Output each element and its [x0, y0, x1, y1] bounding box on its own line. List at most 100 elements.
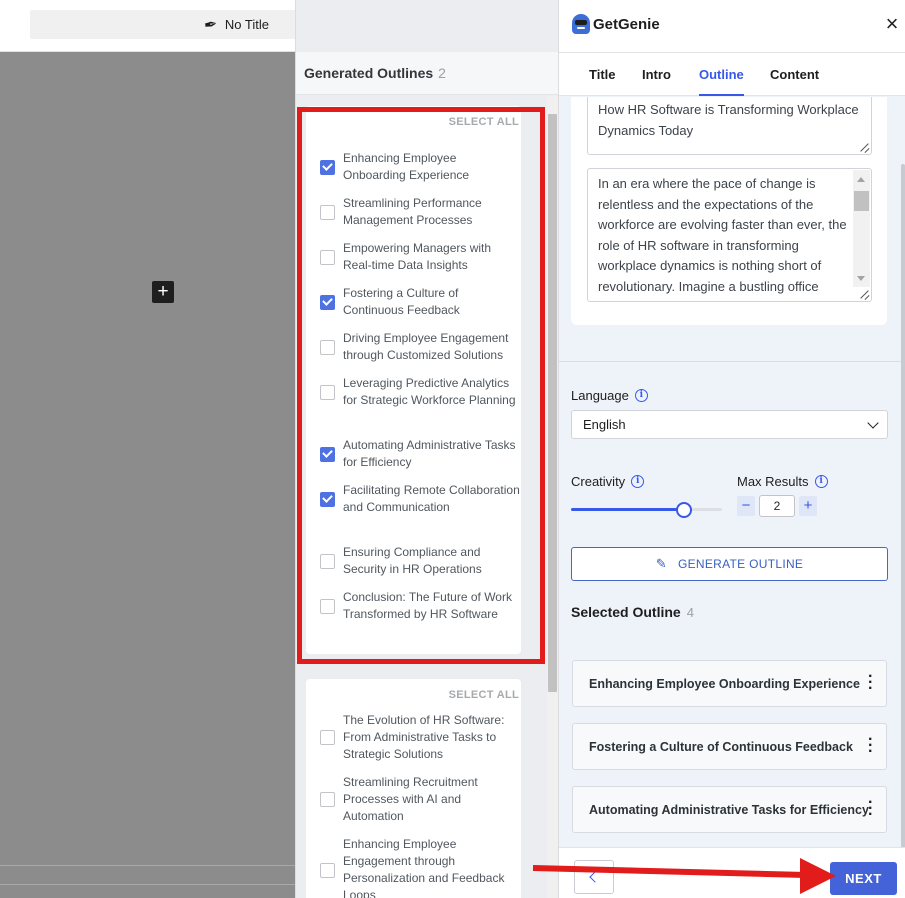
generated-outlines-header: Generated Outlines 2	[296, 52, 558, 95]
close-icon[interactable]: ×	[881, 12, 903, 38]
outline-item[interactable]: Facilitating Remote Collaboration and Co…	[306, 482, 521, 516]
outline-item-text: Enhancing Employee Engagement through Pe…	[343, 837, 505, 898]
outline-checkbox[interactable]	[320, 159, 335, 175]
creativity-label-text: Creativity	[571, 474, 626, 489]
info-icon[interactable]: i	[814, 475, 828, 488]
outline-item[interactable]: Ensuring Compliance and Security in HR O…	[306, 544, 521, 578]
selected-outline-item[interactable]: Automating Administrative Tasks for Effi…	[572, 786, 887, 833]
add-block-button[interactable]: +	[152, 281, 174, 303]
outline-checkbox[interactable]	[320, 792, 335, 807]
back-arrow-icon[interactable]	[574, 860, 614, 894]
resize-handle[interactable]	[859, 289, 869, 299]
outline-checkbox[interactable]	[320, 730, 335, 745]
section-divider	[559, 361, 901, 362]
outline-item-text: Enhancing Employee Onboarding Experience	[343, 151, 470, 182]
scroll-down-icon[interactable]	[857, 276, 865, 281]
outline-item[interactable]: Conclusion: The Future of Work Transform…	[306, 589, 521, 623]
language-label-text: Language	[571, 388, 629, 403]
kebab-menu-icon[interactable]: · · ·	[868, 795, 873, 823]
tab-outline[interactable]: Outline	[699, 53, 744, 96]
intro-scrollbar[interactable]	[853, 170, 870, 287]
scroll-up-icon[interactable]	[857, 177, 865, 182]
selected-outline-item[interactable]: Fostering a Culture of Continuous Feedba…	[572, 723, 887, 770]
outline-checkbox[interactable]	[320, 204, 335, 220]
outline-item[interactable]: Enhancing Employee Onboarding Experience	[306, 150, 521, 184]
outline-item-text: Driving Employee Engagement through Cust…	[343, 331, 509, 362]
outline-item-text: Fostering a Culture of Continuous Feedba…	[343, 286, 460, 317]
tab-title[interactable]: Title	[589, 53, 616, 96]
resize-handle[interactable]	[859, 142, 869, 152]
outline-item[interactable]: Fostering a Culture of Continuous Feedba…	[306, 285, 521, 319]
outline-item[interactable]: The Evolution of HR Software: From Admin…	[306, 712, 521, 763]
getgenie-panel: GetGenie × Title Intro Outline Content H…	[559, 0, 905, 898]
intro-textarea[interactable]: In an era where the pace of change is re…	[587, 168, 872, 302]
outline-checkbox[interactable]	[320, 862, 335, 878]
generated-outlines-title: Generated Outlines	[304, 65, 434, 81]
outline-group-2: SELECT ALL The Evolution of HR Software:…	[306, 679, 521, 898]
outlines-scroll-area[interactable]: SELECT ALL Enhancing Employee Onboarding…	[296, 96, 546, 898]
outline-item-text: Streamlining Performance Management Proc…	[343, 196, 482, 227]
generated-outlines-count: 2	[438, 65, 446, 81]
next-button[interactable]: NEXT	[830, 862, 897, 895]
outline-item[interactable]: Enhancing Employee Engagement through Pe…	[306, 836, 521, 898]
getgenie-footer: NEXT	[559, 847, 905, 898]
canvas-divider	[0, 884, 295, 885]
creativity-slider-handle[interactable]	[676, 502, 692, 518]
title-textarea[interactable]: How HR Software is Transforming Workplac…	[587, 97, 872, 155]
selected-outline-text: Automating Administrative Tasks for Effi…	[589, 802, 869, 817]
outline-item[interactable]: Streamlining Recruitment Processes with …	[306, 774, 521, 825]
generate-outline-button[interactable]: ✎ GENERATE OUTLINE	[571, 547, 888, 581]
document-title-button[interactable]: ✒ No Title	[30, 10, 295, 39]
getgenie-scroll-area[interactable]: How HR Software is Transforming Workplac…	[559, 97, 905, 847]
creativity-slider-track[interactable]	[571, 508, 722, 511]
info-icon[interactable]: i	[631, 475, 645, 488]
outline-checkbox[interactable]	[320, 553, 335, 569]
outlines-scrollbar-thumb[interactable]	[548, 114, 557, 692]
tab-content[interactable]: Content	[770, 53, 819, 96]
pencil-icon: ✎	[655, 556, 667, 571]
selected-outline-text: Enhancing Employee Onboarding Experience	[589, 676, 860, 691]
selected-outline-count: 4	[686, 605, 694, 620]
language-label: Language i	[571, 388, 648, 403]
feather-icon: ✒	[202, 15, 219, 35]
outline-item[interactable]: Automating Administrative Tasks for Effi…	[306, 437, 521, 471]
selected-outline-item[interactable]: Enhancing Employee Onboarding Experience…	[572, 660, 887, 707]
select-all-button[interactable]: SELECT ALL	[449, 116, 519, 128]
kebab-menu-icon[interactable]: · · ·	[868, 669, 873, 697]
max-results-label: Max Results i	[737, 474, 828, 489]
chevron-down-icon	[867, 417, 879, 429]
language-select-value: English	[583, 417, 626, 432]
generated-outlines-panel: Generated Outlines 2 SELECT ALL Enhancin…	[295, 0, 559, 898]
kebab-menu-icon[interactable]: · · ·	[868, 732, 873, 760]
outline-checkbox[interactable]	[320, 294, 335, 310]
language-select[interactable]: English	[571, 410, 888, 439]
editor-top-bar: ✒ No Title	[0, 0, 295, 52]
outline-item-text: Streamlining Recruitment Processes with …	[343, 775, 478, 823]
outline-item-text: Ensuring Compliance and Security in HR O…	[343, 545, 482, 576]
tab-intro[interactable]: Intro	[642, 53, 671, 96]
outline-checkbox[interactable]	[320, 446, 335, 462]
getgenie-tabs: Title Intro Outline Content	[559, 53, 905, 96]
outline-item-text: The Evolution of HR Software: From Admin…	[343, 713, 505, 761]
outline-item[interactable]: Streamlining Performance Management Proc…	[306, 195, 521, 229]
outline-checkbox[interactable]	[320, 249, 335, 265]
info-icon[interactable]: i	[634, 389, 648, 402]
decrement-button[interactable]: −	[737, 496, 755, 516]
creativity-label: Creativity i	[571, 474, 645, 489]
selected-outline-title: Selected Outline	[571, 604, 681, 620]
select-all-button[interactable]: SELECT ALL	[449, 689, 519, 701]
outline-checkbox[interactable]	[320, 339, 335, 355]
creativity-slider-fill	[571, 508, 684, 511]
increment-button[interactable]: +	[799, 496, 817, 516]
outline-item[interactable]: Leveraging Predictive Analytics for Stra…	[306, 375, 521, 409]
intro-scrollbar-thumb[interactable]	[854, 191, 869, 211]
getgenie-logo: GetGenie	[572, 14, 660, 34]
outline-checkbox[interactable]	[320, 384, 335, 400]
outline-item[interactable]: Empowering Managers with Real-time Data …	[306, 240, 521, 274]
outline-checkbox[interactable]	[320, 491, 335, 507]
outline-checkbox[interactable]	[320, 598, 335, 614]
panel-scrollbar-thumb[interactable]	[901, 164, 905, 850]
outline-item[interactable]: Driving Employee Engagement through Cust…	[306, 330, 521, 364]
title-textarea-text: How HR Software is Transforming Workplac…	[598, 102, 859, 138]
max-results-input[interactable]: 2	[759, 495, 795, 517]
